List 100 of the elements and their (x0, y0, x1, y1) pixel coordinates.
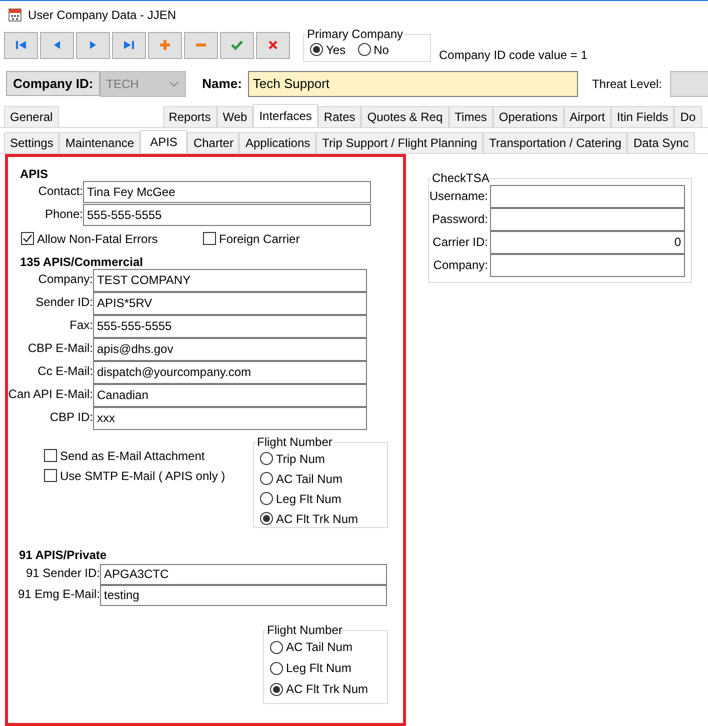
field-label: 91 Sender ID: (24, 564, 100, 582)
caret-icon (169, 80, 180, 87)
text-field[interactable]: TEST COMPANY (93, 268, 367, 292)
toolbar-button[interactable] (112, 32, 146, 59)
text-field[interactable]: APGA3CTC (100, 564, 387, 585)
text-field[interactable]: apis@dhs.gov (93, 338, 367, 361)
company-id-label: Company ID: (6, 71, 100, 96)
radio-label: AC Tail Num (286, 640, 352, 654)
field-label: Cc E-Mail: (36, 362, 93, 380)
field-label: Password: (430, 210, 488, 228)
checkbox[interactable] (44, 449, 57, 462)
field-label: CBP E-Mail: (26, 340, 93, 357)
tab[interactable]: Reports (162, 106, 217, 128)
tab[interactable]: Settings (4, 132, 60, 153)
toolbar-button[interactable] (76, 32, 110, 59)
field-label: Phone: (44, 206, 83, 223)
checkbox[interactable] (44, 469, 57, 482)
field-label: Company: (432, 256, 488, 274)
radio-button[interactable] (260, 472, 273, 486)
calendar-icon (8, 8, 22, 22)
tab[interactable]: Transportation / Catering (483, 132, 628, 153)
tab[interactable]: Maintenance (59, 132, 140, 153)
radio-button[interactable] (270, 682, 283, 696)
group-title: CheckTSA (431, 172, 490, 185)
text-field[interactable] (490, 254, 685, 277)
tab[interactable]: Airport (564, 106, 611, 128)
tab[interactable]: Operations (492, 106, 564, 128)
checkmark-icon (22, 233, 33, 244)
tab[interactable]: Charter (187, 132, 240, 153)
checkbox-label: Allow Non-Fatal Errors (37, 232, 158, 246)
radio-label: Trip Num (276, 452, 325, 466)
checkbox[interactable] (21, 232, 34, 246)
radio-label: AC Flt Trk Num (276, 512, 358, 526)
tab[interactable]: Interfaces (253, 104, 318, 128)
text-field[interactable]: 0 (490, 230, 685, 254)
threat-level-label: Threat Level: (592, 76, 662, 91)
tab[interactable]: Applications (239, 132, 316, 153)
text-field[interactable]: APIS*5RV (93, 292, 367, 315)
text-field[interactable]: dispatch@yourcompany.com (93, 360, 367, 384)
toolbar-button[interactable] (220, 32, 254, 59)
radio-button[interactable] (260, 512, 273, 526)
radio-button[interactable] (358, 43, 371, 56)
tab[interactable]: Trip Support / Flight Planning (316, 132, 484, 153)
section-heading: 135 APIS/Commercial (20, 254, 144, 269)
field-label: 91 Emg E-Mail: (16, 586, 100, 603)
field-label: CBP ID: (48, 408, 93, 426)
tab[interactable]: Quotes & Req (361, 106, 449, 128)
toolbar-button[interactable] (40, 32, 74, 59)
threat-level-field[interactable] (670, 70, 708, 97)
radio-label: AC Tail Num (276, 472, 342, 486)
tab[interactable]: Do (674, 106, 702, 128)
radio-label: No (374, 42, 389, 57)
section-heading: 91 APIS/Private (19, 548, 108, 564)
toolbar-button[interactable] (256, 32, 290, 59)
field-label: Username: (429, 188, 488, 205)
radio-label: Yes (326, 42, 346, 57)
info-text: Company ID code value = 1 (439, 48, 588, 62)
radio-label: Leg Flt Num (286, 661, 352, 676)
text-field[interactable]: xxx (93, 406, 367, 430)
text-field[interactable]: 555-555-5555 (93, 314, 367, 338)
name-field[interactable]: Tech Support (248, 70, 578, 97)
checkbox-label: Send as E-Mail Attachment (60, 448, 205, 463)
radio-button[interactable] (270, 640, 283, 654)
tab[interactable]: APIS (140, 130, 188, 153)
radio-button[interactable] (260, 452, 273, 466)
text-field[interactable]: Canadian (93, 384, 367, 407)
radio-label: Leg Flt Num (276, 492, 342, 506)
group-title: Flight Number (266, 624, 344, 637)
radio-button[interactable] (310, 43, 323, 56)
toolbar-button[interactable] (4, 32, 38, 59)
field-label: Carrier ID: (432, 234, 488, 251)
window-title: User Company Data - JJEN (28, 8, 176, 22)
radio-label: AC Flt Trk Num (286, 682, 368, 696)
text-field[interactable] (490, 184, 685, 208)
plus-icon (158, 38, 172, 52)
checkbox-label: Use SMTP E-Mail ( APIS only ) (60, 468, 226, 483)
checkbox-label: Foreign Carrier (219, 232, 300, 246)
tab[interactable]: Times (448, 106, 493, 128)
group-title: Flight Number (256, 436, 334, 449)
text-field[interactable]: 555-555-5555 (83, 204, 371, 226)
checkmark-icon (230, 38, 244, 52)
tab[interactable]: Data Sync (627, 132, 695, 153)
radio-button[interactable] (270, 662, 283, 675)
tab[interactable]: Rates (318, 106, 362, 128)
field-label: Can API E-Mail: (8, 386, 93, 403)
field-label: Contact: (37, 182, 83, 200)
section-heading: APIS (20, 166, 50, 181)
tab[interactable]: General (4, 106, 59, 128)
text-field[interactable]: Tina Fey McGee (83, 180, 371, 203)
text-field[interactable]: testing (100, 584, 387, 606)
name-label: Name: (202, 76, 242, 92)
field-label: Sender ID: (34, 294, 93, 311)
checkbox[interactable] (203, 232, 216, 246)
text-field[interactable] (490, 208, 685, 231)
field-label: Company: (37, 270, 93, 288)
group-title: Primary Company (306, 28, 404, 41)
radio-button[interactable] (260, 492, 273, 506)
tab[interactable]: Itin Fields (610, 106, 674, 128)
tab[interactable]: Web (216, 106, 254, 128)
field-label: Fax: (68, 316, 93, 334)
